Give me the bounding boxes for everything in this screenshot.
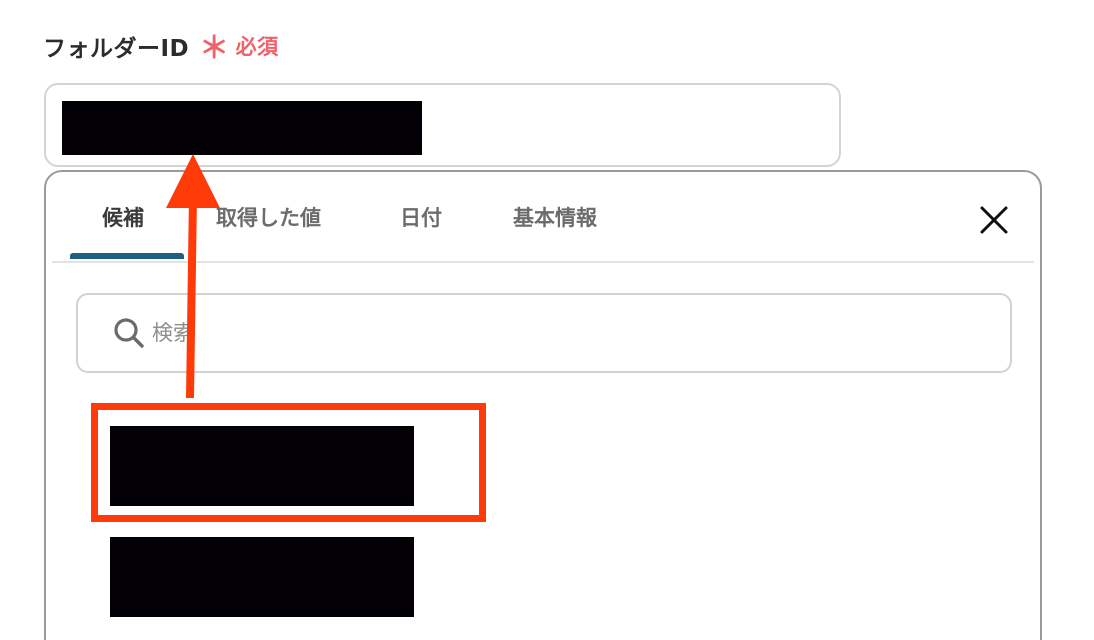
- search-input[interactable]: [150, 320, 954, 346]
- required-text: 必須: [235, 35, 279, 59]
- search-box: [76, 293, 1012, 373]
- candidate-option-1[interactable]: [110, 426, 414, 506]
- required-asterisk: ＊: [199, 31, 230, 66]
- folder-id-label: フォルダーID ＊ 必須: [43, 28, 279, 64]
- form-screen: フォルダーID ＊ 必須 候補 取得した値 日付 基本情報: [0, 0, 1094, 640]
- tab-date[interactable]: 日付: [400, 202, 442, 236]
- tab-basic-info[interactable]: 基本情報: [513, 202, 597, 236]
- tab-retrieved-values[interactable]: 取得した値: [216, 202, 321, 236]
- tab-candidates[interactable]: 候補: [102, 202, 144, 236]
- candidate-option-2[interactable]: [110, 537, 414, 617]
- folder-id-label-text: フォルダーID: [43, 36, 190, 62]
- picker-tabs: 候補 取得した値 日付 基本情報: [52, 172, 1034, 263]
- search-icon: [114, 318, 144, 348]
- close-button[interactable]: [976, 202, 1012, 238]
- folder-id-input[interactable]: [44, 83, 841, 167]
- close-icon: [980, 206, 1008, 234]
- active-tab-indicator: [70, 253, 184, 259]
- redacted-folder-id-value: [62, 101, 422, 155]
- value-picker-popup: 候補 取得した値 日付 基本情報: [44, 170, 1042, 640]
